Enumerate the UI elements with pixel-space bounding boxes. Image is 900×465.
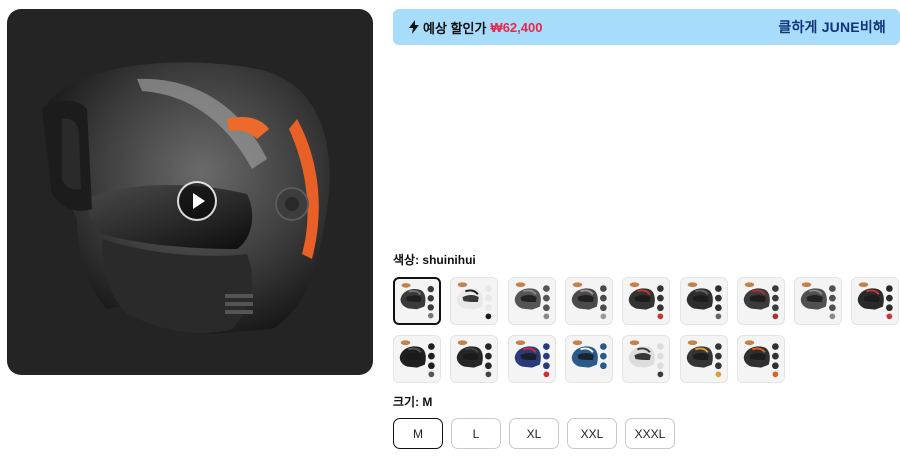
color-swatch[interactable] bbox=[794, 277, 843, 325]
color-swatch[interactable] bbox=[450, 277, 499, 325]
color-swatch[interactable] bbox=[851, 277, 900, 325]
size-option-xxxl[interactable]: XXXL bbox=[625, 418, 675, 449]
color-label: 색상: shuinihui bbox=[393, 253, 476, 267]
size-option-l[interactable]: L bbox=[451, 418, 501, 449]
size-option-m[interactable]: M bbox=[393, 418, 443, 449]
color-swatch[interactable] bbox=[622, 335, 671, 383]
promo-price-group: 예상 할인가 ₩62,400 bbox=[409, 18, 542, 37]
size-option-xxl[interactable]: XXL bbox=[567, 418, 617, 449]
color-swatch[interactable] bbox=[736, 335, 785, 383]
color-swatch[interactable] bbox=[507, 335, 556, 383]
size-options: M L XL XXL XXXL bbox=[393, 418, 675, 449]
color-swatch[interactable] bbox=[450, 335, 499, 383]
color-swatch[interactable] bbox=[393, 335, 441, 383]
bolt-icon bbox=[409, 20, 419, 34]
estimated-discount-label: 예상 할인가 bbox=[423, 20, 487, 36]
estimated-discount-price: ₩62,400 bbox=[490, 19, 543, 35]
product-main-image[interactable] bbox=[7, 9, 373, 375]
color-swatch[interactable] bbox=[679, 277, 728, 325]
color-swatch[interactable] bbox=[564, 277, 613, 325]
color-swatch[interactable] bbox=[564, 335, 613, 383]
size-label: 크기: M bbox=[393, 395, 433, 409]
color-swatch[interactable] bbox=[736, 277, 785, 325]
color-swatch[interactable] bbox=[679, 335, 728, 383]
color-swatch[interactable] bbox=[507, 277, 556, 325]
size-option-xl[interactable]: XL bbox=[509, 418, 559, 449]
color-swatch[interactable] bbox=[393, 277, 441, 325]
promo-brand-text: 클하게 JUNE비해 bbox=[778, 19, 886, 35]
color-swatch[interactable] bbox=[622, 277, 671, 325]
play-video-button[interactable] bbox=[177, 181, 217, 221]
promo-banner: 예상 할인가 ₩62,400 클하게 JUNE비해 bbox=[393, 9, 900, 45]
play-icon bbox=[193, 193, 205, 209]
